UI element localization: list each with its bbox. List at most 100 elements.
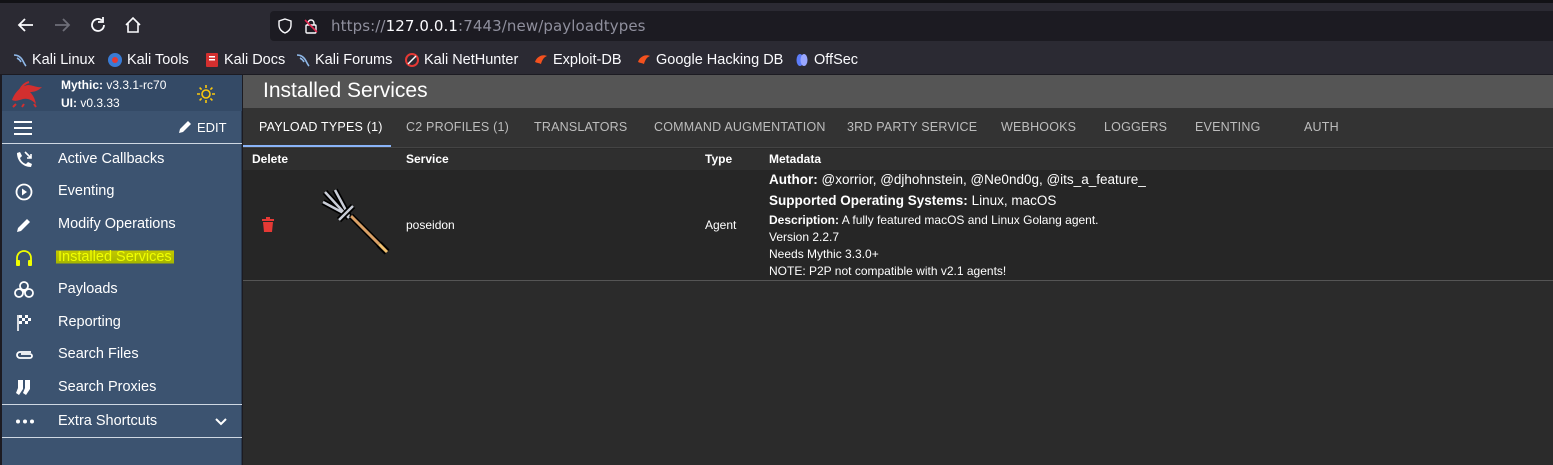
- bookmark-label: OffSec: [814, 52, 859, 68]
- ui-version-value: v0.3.33: [80, 96, 120, 110]
- bookmark-label: Exploit-DB: [553, 52, 622, 68]
- reload-icon: [91, 17, 105, 32]
- sidebar-item-reporting[interactable]: Reporting: [2, 307, 242, 339]
- service-name: poseidon: [406, 218, 455, 232]
- sidebar-item-label: Modify Operations: [58, 216, 176, 232]
- offsec-icon: [796, 54, 808, 66]
- ghdb-icon: [638, 55, 650, 64]
- main-content: Installed Services PAYLOAD TYPES (1) C2 …: [243, 75, 1553, 465]
- bookmark-kali-tools[interactable]: Kali Tools: [107, 50, 189, 70]
- tab-webhooks[interactable]: WEBHOOKS: [1001, 120, 1076, 134]
- bookmarks-bar: Kali Linux Kali Tools Kali Docs Kali For…: [0, 46, 1553, 74]
- sidebar-item-label: Active Callbacks: [58, 151, 165, 167]
- shield-icon: [278, 18, 292, 34]
- pencil-icon: [179, 121, 191, 133]
- chevron-down-icon: [215, 418, 227, 426]
- mythic-logo-icon[interactable]: [10, 80, 44, 108]
- edit-button[interactable]: EDIT: [177, 119, 227, 135]
- description-value: A fully featured macOS and Linux Golang …: [841, 213, 1099, 227]
- bookmark-exploit-db[interactable]: Exploit-DB: [533, 50, 622, 70]
- arrow-left-icon: [17, 18, 33, 32]
- phone-callback-icon: [17, 151, 32, 167]
- lock-warning-icon[interactable]: [303, 18, 319, 34]
- bookmark-label: Kali Tools: [127, 52, 189, 68]
- bookmark-kali-docs[interactable]: Kali Docs: [204, 50, 285, 70]
- extra-shortcuts-label: Extra Shortcuts: [58, 413, 158, 429]
- tab-command-augmentation[interactable]: COMMAND AUGMENTATION: [654, 120, 826, 134]
- home-icon: [125, 16, 141, 33]
- play-circle-icon: [15, 183, 33, 201]
- metadata-description: Description: A fully featured macOS and …: [769, 213, 1099, 227]
- ui-version-label: UI:: [61, 96, 77, 110]
- table-header: Delete Service Type Metadata: [243, 149, 1553, 170]
- nethunter-icon: [405, 53, 419, 67]
- url-prefix: https://: [331, 17, 386, 35]
- bookmark-offsec[interactable]: OffSec: [794, 50, 858, 70]
- edit-label: EDIT: [197, 119, 227, 135]
- hamburger-menu-icon[interactable]: [14, 121, 32, 135]
- author-value: @xorrior, @djhohnstein, @Ne0nd0g, @its_a…: [821, 172, 1146, 187]
- tab-payload-types[interactable]: PAYLOAD TYPES (1): [259, 120, 383, 134]
- mythic-version-value: v3.3.1-rc70: [106, 78, 167, 92]
- bookmark-kali-linux[interactable]: Kali Linux: [12, 50, 95, 70]
- url-bar[interactable]: https://127.0.0.1:7443/new/payloadtypes: [270, 11, 1553, 41]
- metadata-author: Author: @xorrior, @djhohnstein, @Ne0nd0g…: [769, 172, 1146, 187]
- tab-loggers[interactable]: LOGGERS: [1104, 120, 1167, 134]
- sidebar-item-label: Eventing: [58, 183, 115, 199]
- bookmark-label: Google Hacking DB: [656, 52, 784, 68]
- headphones-icon: [16, 250, 32, 266]
- kali-dragon-icon: [296, 54, 310, 67]
- metadata-supported-os: Supported Operating Systems: Linux, macO…: [769, 193, 1056, 208]
- active-tab-indicator: [243, 145, 391, 147]
- extra-shortcuts-toggle[interactable]: Extra Shortcuts: [2, 404, 242, 438]
- column-header-type: Type: [705, 152, 733, 166]
- tab-c2-profiles[interactable]: C2 PROFILES (1): [406, 120, 509, 134]
- bookmark-label: Kali Forums: [315, 52, 393, 68]
- sidebar: Mythic: v3.3.1-rc70 UI: v0.3.33 EDIT Act…: [2, 75, 242, 465]
- sidebar-item-payloads[interactable]: Payloads: [2, 274, 242, 306]
- supported-os-value: Linux, macOS: [971, 193, 1057, 208]
- browser-toolbar: https://127.0.0.1:7443/new/payloadtypes: [0, 0, 1553, 46]
- supported-os-label: Supported Operating Systems:: [769, 193, 968, 208]
- sidebar-item-modify-operations[interactable]: Modify Operations: [2, 209, 242, 241]
- sidebar-item-active-callbacks[interactable]: Active Callbacks: [2, 144, 242, 176]
- bookmark-google-hacking-db[interactable]: Google Hacking DB: [636, 50, 783, 70]
- trident-agent-icon: [321, 188, 390, 255]
- tab-translators[interactable]: TRANSLATORS: [534, 120, 627, 134]
- bookmark-label: Kali NetHunter: [424, 52, 519, 68]
- url-text[interactable]: https://127.0.0.1:7443/new/payloadtypes: [331, 17, 646, 35]
- forward-button[interactable]: [50, 13, 74, 37]
- tab-eventing[interactable]: EVENTING: [1195, 120, 1261, 134]
- bookmark-kali-nethunter[interactable]: Kali NetHunter: [404, 50, 518, 70]
- sidebar-item-label: Installed Services: [56, 249, 174, 265]
- tab-3rd-party-service[interactable]: 3RD PARTY SERVICE: [847, 120, 977, 134]
- url-host: 127.0.0.1: [385, 17, 459, 35]
- reload-button[interactable]: [86, 13, 110, 37]
- url-path: :7443/new/payloadtypes: [458, 17, 646, 35]
- trash-icon[interactable]: [262, 217, 274, 232]
- sun-icon[interactable]: [197, 85, 215, 103]
- mythic-version: Mythic: v3.3.1-rc70: [61, 78, 166, 92]
- tab-auth[interactable]: AUTH: [1304, 120, 1339, 134]
- sidebar-header: Mythic: v3.3.1-rc70 UI: v0.3.33: [2, 75, 242, 111]
- exploit-db-icon: [535, 55, 547, 64]
- ui-version: UI: v0.3.33: [61, 96, 120, 110]
- sidebar-menu-row: EDIT: [2, 111, 242, 144]
- socks-icon: [16, 380, 30, 395]
- back-button[interactable]: [14, 13, 38, 37]
- column-header-delete: Delete: [252, 152, 289, 166]
- arrow-right-icon: [55, 18, 71, 32]
- sidebar-item-label: Search Proxies: [58, 379, 157, 395]
- metadata-version: Version 2.2.7: [769, 230, 840, 244]
- description-label: Description:: [769, 213, 840, 227]
- sidebar-item-installed-services[interactable]: Installed Services: [2, 242, 242, 274]
- sidebar-item-eventing[interactable]: Eventing: [2, 176, 242, 208]
- sidebar-item-search-proxies[interactable]: Search Proxies: [2, 372, 242, 404]
- home-button[interactable]: [121, 13, 145, 37]
- column-header-metadata: Metadata: [769, 152, 822, 166]
- kali-dragon-icon: [13, 54, 27, 67]
- bookmark-kali-forums[interactable]: Kali Forums: [295, 50, 392, 70]
- sidebar-item-search-files[interactable]: Search Files: [2, 339, 242, 371]
- biohazard-icon: [14, 281, 34, 298]
- pencil-icon: [17, 219, 30, 232]
